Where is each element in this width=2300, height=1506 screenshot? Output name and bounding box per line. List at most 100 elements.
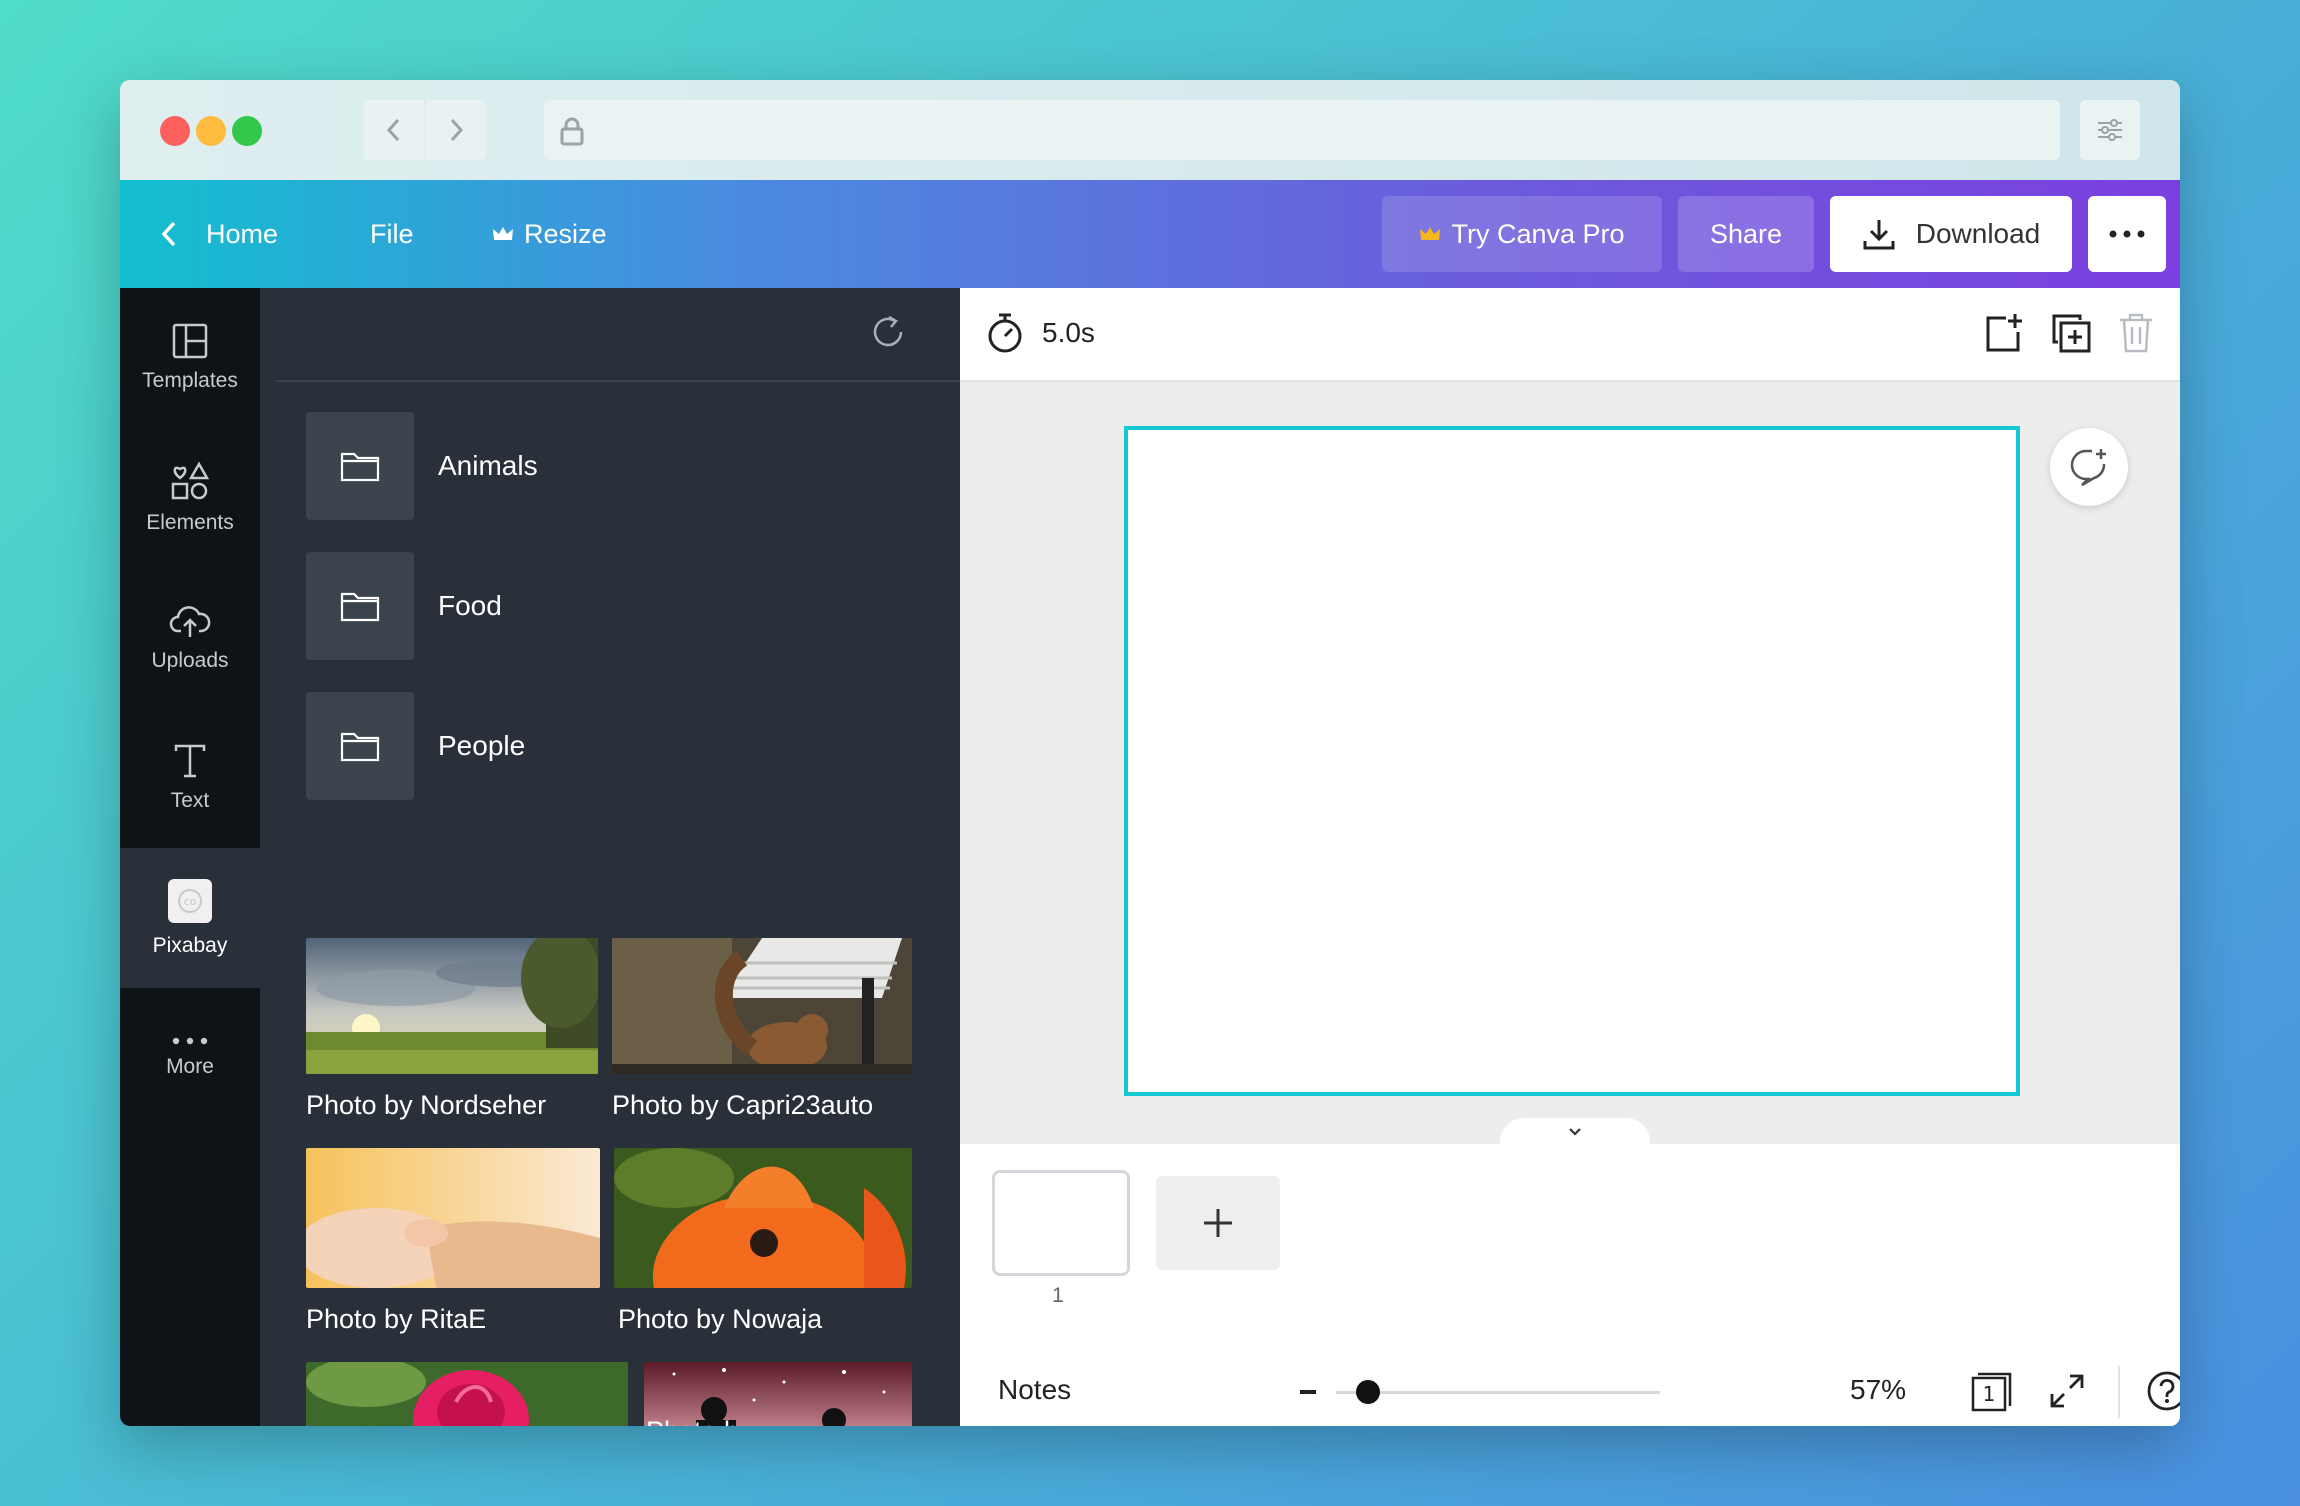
rail-item-uploads[interactable]: Uploads [120, 568, 260, 708]
rail-item-label: Text [170, 789, 210, 812]
folder-label: Food [438, 590, 502, 621]
add-page-button[interactable] [1156, 1176, 1280, 1270]
share-label: Share [1709, 218, 1783, 249]
comment-add-icon [2068, 447, 2110, 487]
download-label: Download [1915, 218, 2041, 249]
photo-poppy[interactable] [614, 1148, 912, 1288]
photo-caption: Photo by Nowaja [618, 1304, 823, 1334]
fullscreen-icon[interactable] [2048, 1372, 2086, 1410]
file-menu[interactable]: File [370, 180, 414, 288]
folder-thumbnail [306, 412, 414, 520]
plus-icon [1201, 1206, 1235, 1240]
rail-item-label: More [166, 1055, 214, 1078]
rail-item-more[interactable]: More [120, 988, 260, 1128]
maximize-window-button[interactable] [232, 116, 262, 146]
folder-people[interactable]: People [306, 692, 906, 800]
duplicate-page-icon[interactable] [2050, 312, 2092, 354]
zoom-slider-handle[interactable] [1356, 1380, 1380, 1404]
folder-animals[interactable]: Animals [306, 412, 906, 520]
toggle-pages-button[interactable] [1500, 1118, 1650, 1146]
add-page-icon[interactable] [1984, 312, 2024, 354]
zoom-slider-track[interactable] [1336, 1391, 1660, 1394]
crown-icon [492, 225, 514, 243]
crown-icon [1419, 225, 1441, 243]
help-icon[interactable] [2146, 1370, 2180, 1412]
resize-button[interactable]: Resize [492, 180, 607, 288]
editor-header: Home File Resize Try Canva Pro Share Dow… [120, 180, 2180, 288]
zoom-percentage[interactable]: 57% [1850, 1374, 1906, 1406]
pages-strip: 1 Notes 57% 1 [960, 1144, 2180, 1426]
rail-item-label: Uploads [151, 649, 229, 672]
templates-icon [172, 323, 208, 359]
browser-window: Home File Resize Try Canva Pro Share Dow… [120, 80, 2180, 1426]
rail-item-templates[interactable]: Templates [120, 288, 260, 428]
page-duration-button[interactable]: 5.0s [986, 312, 1095, 354]
more-options-button[interactable] [2088, 196, 2166, 272]
folder-icon [340, 730, 380, 762]
footer-separator [2118, 1366, 2120, 1418]
page-count-value: 1 [1983, 1382, 1996, 1406]
browser-back-button[interactable] [364, 100, 424, 160]
resize-label: Resize [524, 218, 607, 249]
address-bar[interactable] [544, 100, 2060, 160]
photo-baby-hand[interactable] [306, 1148, 600, 1288]
folder-food[interactable]: Food [306, 552, 906, 660]
rail-item-elements[interactable]: Elements [120, 428, 260, 568]
close-window-button[interactable] [160, 116, 190, 146]
photo-caption: Photo by RitaE [306, 1304, 487, 1334]
duration-value: 5.0s [1042, 317, 1095, 348]
add-comment-button[interactable] [2050, 428, 2128, 506]
svg-text:co: co [184, 895, 197, 908]
trash-icon[interactable] [2118, 312, 2154, 354]
pixabay-icon: co [167, 878, 213, 924]
panel-divider [276, 380, 960, 382]
cloud-upload-icon [169, 603, 211, 639]
folder-label: Animals [438, 450, 538, 481]
photo-rose[interactable] [306, 1362, 628, 1426]
page-toolbar: 5.0s [960, 288, 2180, 382]
rail-item-pixabay[interactable]: co Pixabay [120, 848, 260, 988]
refresh-icon[interactable] [868, 312, 908, 352]
page-count-button[interactable]: 1 [1970, 1370, 2014, 1412]
rail-item-text[interactable]: Text [120, 708, 260, 848]
rail-item-label: Templates [142, 369, 238, 392]
download-button[interactable]: Download [1830, 196, 2072, 272]
photo-landscape[interactable] [306, 938, 598, 1074]
folder-thumbnail [306, 552, 414, 660]
text-icon [173, 743, 207, 779]
browser-forward-button[interactable] [426, 100, 486, 160]
download-icon [1862, 217, 1896, 251]
folder-icon [340, 590, 380, 622]
photo-caption: Photo by Nordseher [306, 1090, 547, 1120]
folder-thumbnail [306, 692, 414, 800]
side-navigation: Templates Elements Uploads Text co Pixab… [120, 288, 260, 1426]
browser-settings-button[interactable] [2080, 100, 2140, 160]
photo-squirrel[interactable] [612, 938, 912, 1074]
page-thumbnail[interactable] [992, 1170, 1130, 1276]
folder-icon [340, 450, 380, 482]
chevron-down-icon [1567, 1126, 1583, 1138]
rail-item-label: Pixabay [152, 934, 228, 957]
chevron-left-icon [384, 116, 404, 144]
chevron-left-icon [160, 219, 178, 249]
minimize-window-button[interactable] [196, 116, 226, 146]
editor-area: 5.0s 1 Notes 57% 1 [960, 288, 2180, 1426]
more-icon [172, 1037, 208, 1045]
try-pro-label: Try Canva Pro [1451, 218, 1625, 249]
more-horizontal-icon [2109, 230, 2145, 238]
share-button[interactable]: Share [1678, 196, 1814, 272]
timer-icon [986, 312, 1024, 354]
try-canva-pro-button[interactable]: Try Canva Pro [1382, 196, 1662, 272]
zoom-min-marker [1300, 1390, 1316, 1394]
home-link[interactable]: Home [160, 180, 278, 288]
rail-item-label: Elements [146, 511, 234, 534]
photo-caption: Photo by Capri23auto [612, 1090, 874, 1120]
notes-button[interactable]: Notes [998, 1374, 1071, 1406]
lock-icon [558, 116, 586, 146]
file-label: File [370, 218, 414, 249]
editor-footer: Notes 57% 1 [960, 1356, 2180, 1426]
design-canvas[interactable] [1124, 426, 2020, 1096]
chevron-right-icon [446, 116, 466, 144]
browser-chrome [120, 80, 2180, 180]
pixabay-panel: Animals Food People Photo by Nordseher P… [260, 288, 960, 1426]
